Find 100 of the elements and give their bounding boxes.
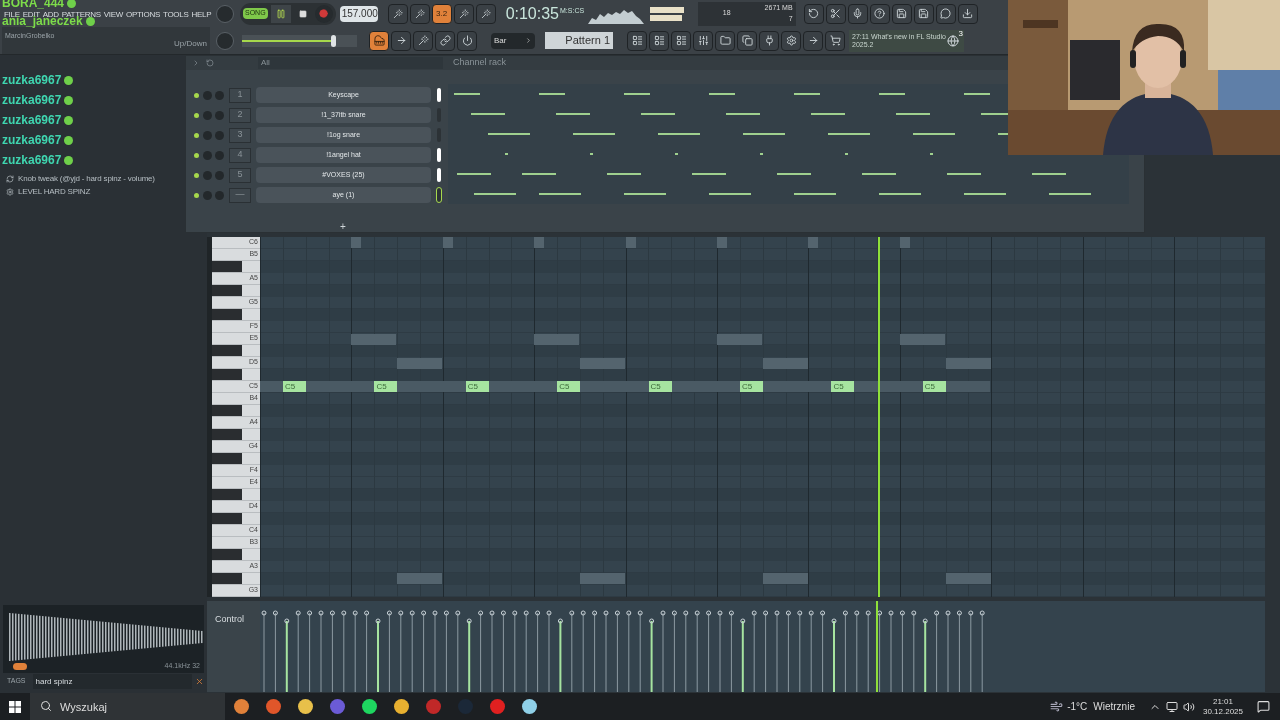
channel-select-indicator[interactable] [437, 88, 441, 102]
note[interactable]: C5 [740, 381, 763, 392]
volume-knob[interactable] [216, 4, 234, 23]
pattern-selector[interactable]: Pattern 1 [545, 32, 613, 50]
brush-button[interactable] [413, 30, 433, 51]
link-icon [439, 35, 451, 47]
playlist-button[interactable] [627, 30, 647, 51]
chat-emote-icon [64, 136, 74, 145]
channel-led[interactable] [194, 192, 199, 198]
undo-button[interactable] [803, 3, 824, 24]
channel-led[interactable] [194, 172, 199, 178]
brush-icon [417, 35, 429, 47]
record-audio-button[interactable] [847, 3, 868, 24]
note[interactable]: C5 [465, 381, 489, 392]
channel-led[interactable] [194, 132, 199, 138]
save-button[interactable] [891, 3, 912, 24]
notification-icon[interactable] [1257, 700, 1270, 713]
toolbar-button[interactable] [409, 3, 430, 24]
toolbar-button[interactable]: 3.2 [431, 3, 452, 24]
chevron-icon [525, 37, 532, 45]
channel-select-indicator[interactable] [437, 168, 441, 182]
filter-dropdown[interactable]: All [258, 57, 443, 69]
add-channel-button[interactable]: + [340, 219, 346, 234]
taskbar-app-icon[interactable] [394, 699, 409, 714]
channel-select-indicator[interactable] [437, 188, 441, 202]
velocity-drawing[interactable] [260, 601, 1265, 692]
plugin-button[interactable] [759, 30, 779, 51]
undo-icon[interactable] [206, 59, 214, 67]
network-icon[interactable] [1165, 700, 1178, 713]
close-icon[interactable] [195, 677, 204, 686]
play-preview-button[interactable] [13, 663, 27, 670]
temperature: -1°C [1067, 700, 1088, 714]
menu-item[interactable]: OPTIONS [126, 8, 160, 21]
chevron-icon[interactable] [192, 59, 200, 67]
clone-button[interactable] [737, 30, 757, 51]
volume-icon[interactable] [1182, 700, 1195, 713]
record-icon [319, 9, 329, 19]
arrow-button[interactable] [391, 30, 411, 51]
menu-item[interactable]: TOOLS [163, 8, 189, 21]
taskbar-app-icon[interactable] [522, 699, 537, 714]
note[interactable]: C5 [922, 381, 946, 392]
tempo-display[interactable]: 157.000 [339, 5, 378, 22]
channel-rack-button[interactable] [671, 30, 691, 51]
pause-button[interactable] [270, 4, 291, 23]
menu-item[interactable]: VIEW [103, 8, 124, 21]
globe-icon [947, 34, 959, 47]
hint-mode: Up/Down [174, 38, 207, 51]
browser-item[interactable]: LEVEL HARD SPINZ [6, 186, 91, 197]
help-button[interactable] [869, 3, 890, 24]
taskbar-app-icon[interactable] [362, 699, 377, 714]
toolbar-button[interactable] [387, 3, 408, 24]
channel-led[interactable] [194, 152, 199, 158]
browser-button[interactable] [715, 30, 735, 51]
menu-item[interactable]: HELP [191, 8, 212, 21]
channel-led[interactable] [194, 112, 199, 118]
note[interactable]: C5 [283, 381, 306, 392]
chat-button[interactable] [935, 3, 956, 24]
cut-button[interactable] [825, 3, 846, 24]
control-label[interactable]: Control [215, 614, 244, 624]
note[interactable]: C5 [831, 381, 855, 392]
export-button[interactable] [913, 3, 934, 24]
download-button[interactable] [957, 3, 978, 24]
toolbar-button[interactable] [475, 3, 496, 24]
cart-icon [829, 35, 841, 47]
save-icon [896, 8, 908, 20]
chat-username: zuzka6967 [2, 94, 62, 107]
step-button[interactable] [649, 30, 669, 51]
shop-button[interactable] [825, 30, 845, 51]
windows-icon [9, 700, 21, 713]
level-meter-drawing [649, 4, 684, 23]
note-grid[interactable]: C5 C5 C5 C5 C5 C5 C5 C5 [260, 237, 1265, 597]
master-volume-slider[interactable] [242, 34, 357, 47]
window-title: Channel rack [453, 56, 507, 70]
help-icon [874, 8, 886, 20]
channel-led[interactable] [194, 92, 199, 98]
taskbar-app-icon[interactable] [266, 699, 281, 714]
piano-roll-button[interactable] [369, 30, 389, 51]
slider-thumb[interactable] [331, 34, 336, 47]
taskbar-search-field[interactable]: Wyszukaj [30, 693, 225, 720]
steps-icon [653, 35, 665, 47]
tool-icon [392, 8, 403, 19]
tag-search-field[interactable]: hard spinz [32, 674, 192, 689]
mixer-button[interactable] [693, 30, 713, 51]
taskbar-app-icon[interactable] [298, 699, 313, 714]
channel-select-indicator[interactable] [437, 148, 441, 162]
playlist-icon [631, 35, 643, 47]
hint-button[interactable] [803, 30, 823, 51]
snap-selector[interactable]: Bar [491, 32, 535, 49]
chat-username: zuzka6967 [2, 134, 62, 147]
taskbar-app-icon[interactable] [234, 699, 249, 714]
settings-icon [785, 35, 797, 47]
link-button[interactable] [435, 30, 455, 51]
chat-emote-icon [64, 156, 74, 165]
pitch-knob[interactable] [216, 31, 234, 50]
time-display: 0:10:35 [505, 5, 559, 22]
note[interactable]: C5 [557, 381, 581, 392]
note[interactable]: C5 [648, 381, 672, 392]
toolbar-button[interactable] [453, 3, 474, 24]
browser-item[interactable]: Knob tweak (@yjd - hard spinz - volume) [6, 173, 155, 184]
note[interactable]: C5 [374, 381, 398, 392]
